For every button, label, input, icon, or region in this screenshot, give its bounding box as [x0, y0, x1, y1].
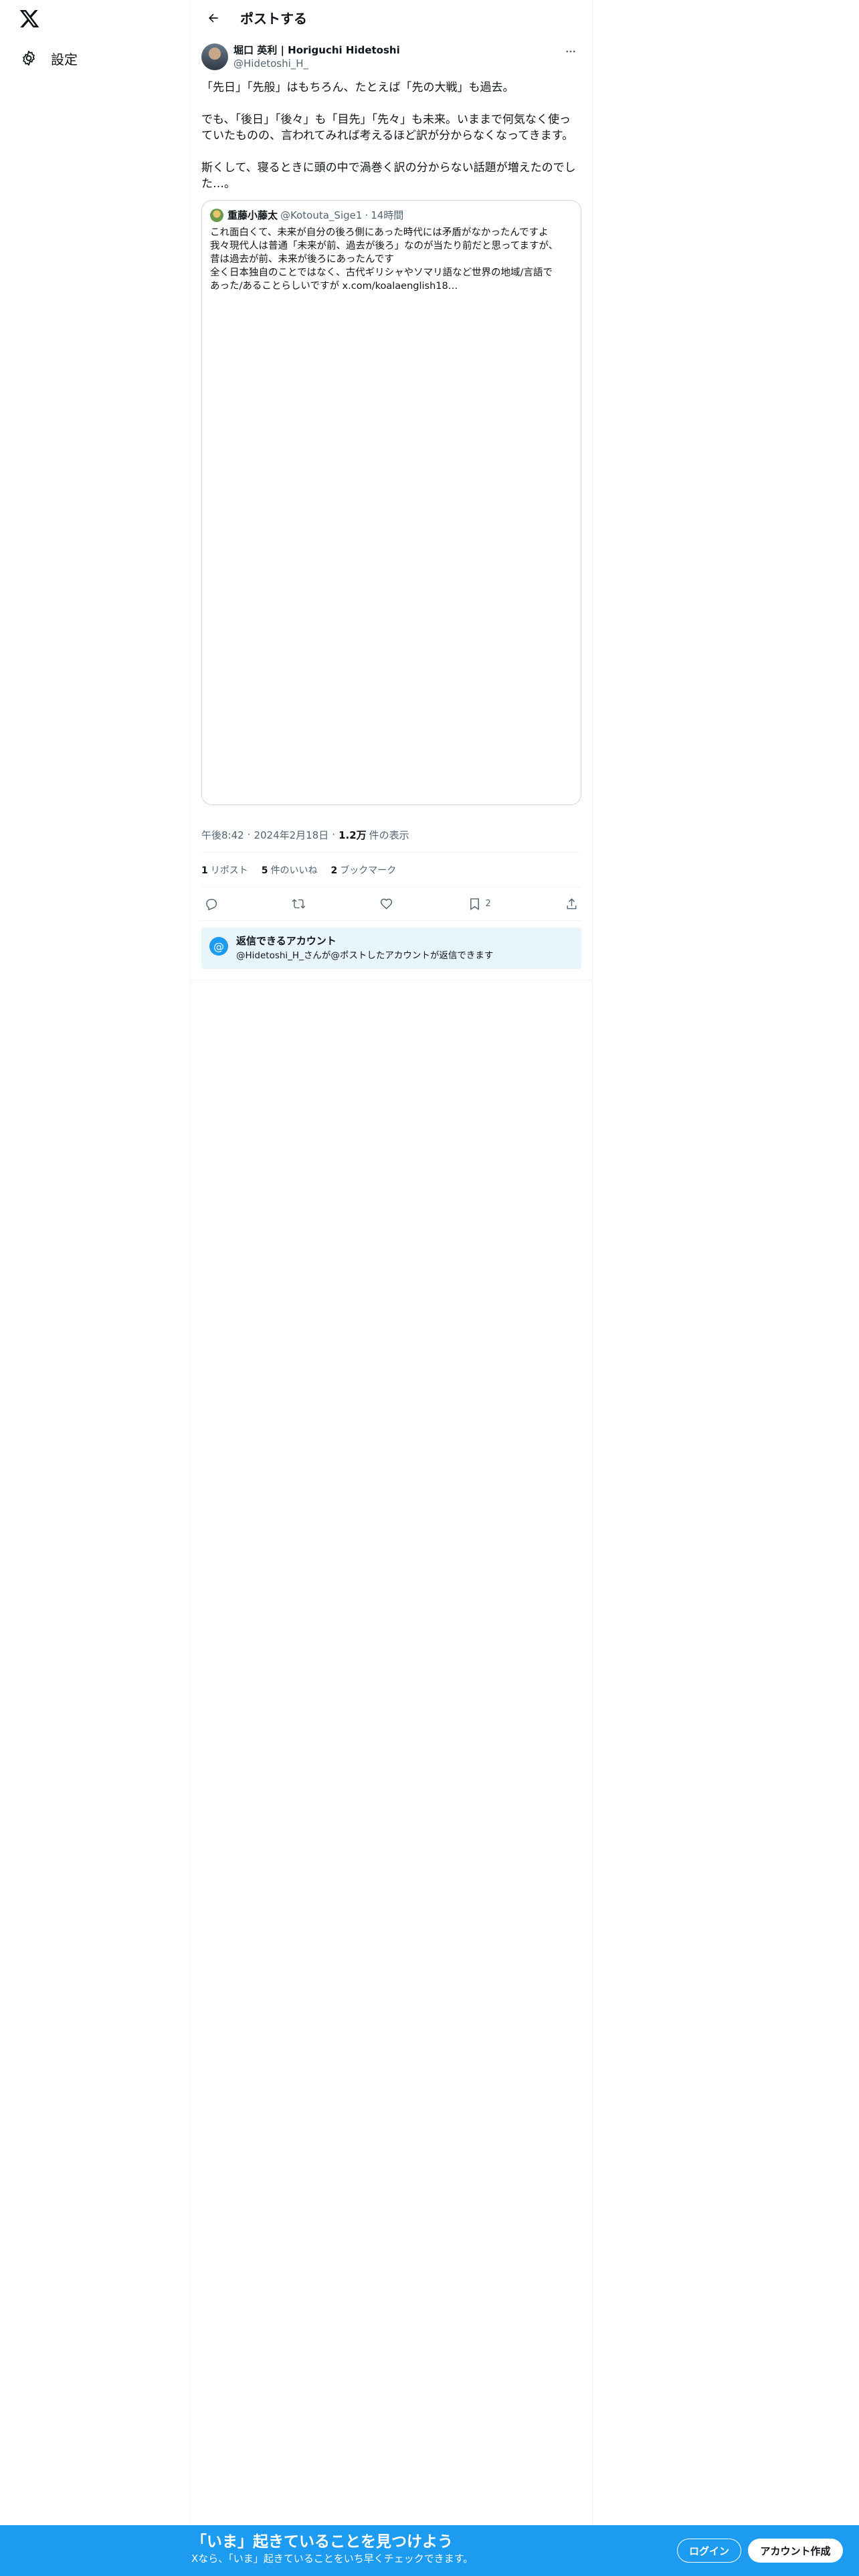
left-nav: 設定	[0, 0, 190, 2576]
top-bar: ポストする	[191, 0, 592, 35]
like-button[interactable]	[379, 897, 393, 911]
tweet-paragraph: 「先日」「先般」はもちろん、たとえば「先の大戦」も過去。	[201, 81, 514, 94]
quote-line: 昔は過去が前、未来が後ろにあったんです	[210, 254, 394, 265]
bookmark-icon	[470, 898, 479, 910]
quote-author-handle: @Kotouta_Sige1	[280, 209, 363, 221]
back-button[interactable]	[201, 6, 225, 30]
quote-author-name: 重藤小藤太	[227, 209, 278, 221]
reply-button[interactable]	[204, 897, 218, 911]
tweet-stats: 1 リポスト 5 件のいいね 2 ブックマーク	[201, 852, 581, 887]
reply-notice-text: @Hidetoshi_H_さんが@ポストしたアカウントが返信できます	[236, 950, 494, 961]
quote-avatar	[210, 209, 223, 222]
author-row: 堀口 英利 | Horiguchi Hidetoshi @Hidetoshi_H…	[201, 43, 581, 70]
quoted-tweet[interactable]: 重藤小藤太 @Kotouta_Sige1 · 14時間 これ面白くて、未来が自分…	[201, 200, 581, 805]
bookmark-button[interactable]: 2	[468, 897, 491, 911]
reply-notice-content: 返信できるアカウント @Hidetoshi_H_さんが@ポストしたアカウントが返…	[236, 934, 493, 962]
bookmarks-count: 2	[330, 865, 338, 876]
author-names: 堀口 英利 | Horiguchi Hidetoshi @Hidetoshi_H…	[233, 43, 560, 70]
reposts-stat[interactable]: 1 リポスト	[201, 863, 248, 877]
likes-label: 件のいいね	[270, 865, 318, 876]
tweet: 堀口 英利 | Horiguchi Hidetoshi @Hidetoshi_H…	[191, 35, 592, 969]
page: 設定 ポストする 堀口 英利 | Horiguchi Hidetoshi @Hi…	[0, 0, 859, 2576]
likes-stat[interactable]: 5 件のいいね	[262, 863, 318, 877]
nav-settings-link[interactable]: 設定	[12, 44, 86, 72]
signup-banner: 「いま」起きていることを見つけよう Xなら、「いま」起きていることをいち早くチェ…	[0, 2525, 859, 2576]
gear-icon	[20, 49, 37, 67]
share-icon	[567, 898, 577, 909]
views-count: 1.2万	[339, 829, 367, 841]
tweet-meta: 午後8:42 · 2024年2月18日 · 1.2万 件の表示	[201, 817, 581, 852]
x-logo-icon[interactable]	[19, 8, 40, 29]
avatar[interactable]	[201, 43, 228, 70]
more-icon	[566, 50, 575, 53]
tweet-paragraph: でも、「後日」「後々」も「目先」「先々」も未来。いままで何気なく使っていたものの…	[201, 113, 574, 142]
quote-separator: ·	[365, 209, 369, 221]
tweet-time[interactable]: 午後8:42	[201, 828, 244, 842]
likes-count: 5	[261, 865, 268, 876]
reply-restriction-notice: @ 返信できるアカウント @Hidetoshi_H_さんが@ポストしたアカウント…	[201, 928, 581, 969]
quote-line: 我々現代人は普通「未来が前、過去が後ろ」なのが当たり前だと思ってますが、	[210, 241, 559, 251]
repost-button[interactable]	[292, 897, 306, 911]
banner-text: 「いま」起きていることを見つけよう Xなら、「いま」起きていることをいち早くチェ…	[191, 2532, 473, 2565]
quote-line: これ面白くて、未来が自分の後ろ側にあった時代には矛盾がなかったんですよ	[210, 227, 549, 238]
bookmarks-label: ブックマーク	[340, 865, 397, 876]
quote-line: あった/あることらしいですが x.com/koalaenglish18…	[210, 281, 458, 292]
tweet-date[interactable]: 2024年2月18日	[254, 828, 328, 842]
signup-button[interactable]: アカウント作成	[748, 2539, 843, 2563]
quote-header: 重藤小藤太 @Kotouta_Sige1 · 14時間	[210, 209, 573, 222]
views-label: 件の表示	[369, 829, 409, 841]
bookmark-count: 2	[485, 899, 491, 909]
login-button[interactable]: ログイン	[677, 2539, 741, 2563]
tweet-paragraph: 斯くして、寝るときに頭の中で渦巻く訳の分からない話題が増えたのでした…。	[201, 161, 576, 191]
main-column: ポストする 堀口 英利 | Horiguchi Hidetoshi @Hidet…	[190, 0, 593, 2576]
bookmarks-stat[interactable]: 2 ブックマーク	[331, 863, 397, 877]
banner-subtitle: Xなら、「いま」起きていることをいち早くチェックできます。	[191, 2553, 474, 2565]
arrow-left-icon	[209, 13, 218, 22]
reposts-label: リポスト	[210, 865, 248, 876]
author-handle[interactable]: @Hidetoshi_H_	[233, 57, 560, 70]
author-name[interactable]: 堀口 英利 | Horiguchi Hidetoshi	[233, 43, 560, 57]
reply-notice-title: 返信できるアカウント	[236, 935, 337, 947]
more-options-button[interactable]	[560, 43, 581, 60]
tweet-actions: 2	[201, 887, 581, 921]
at-icon: @	[209, 937, 228, 956]
repost-icon	[292, 899, 306, 909]
tweet-text: 「先日」「先般」はもちろん、たとえば「先の大戦」も過去。 でも、「後日」「後々」…	[201, 80, 581, 192]
quote-text: これ面白くて、未来が自分の後ろ側にあった時代には矛盾がなかったんですよ 我々現代…	[210, 226, 573, 293]
meta-separator: ·	[332, 829, 336, 841]
heart-icon	[381, 898, 393, 909]
share-button[interactable]	[565, 897, 579, 911]
reposts-count: 1	[201, 865, 208, 876]
quote-line: 全く日本独自のことではなく、古代ギリシャやソマリ語など世界の地域/言語で	[210, 267, 553, 278]
banner-title: 「いま」起きていることを見つけよう	[191, 2533, 453, 2551]
page-title: ポストする	[240, 11, 307, 27]
meta-separator: ·	[247, 829, 251, 841]
reply-icon	[206, 899, 217, 910]
nav-settings-label: 設定	[51, 51, 78, 68]
quote-time: 14時間	[371, 209, 404, 221]
